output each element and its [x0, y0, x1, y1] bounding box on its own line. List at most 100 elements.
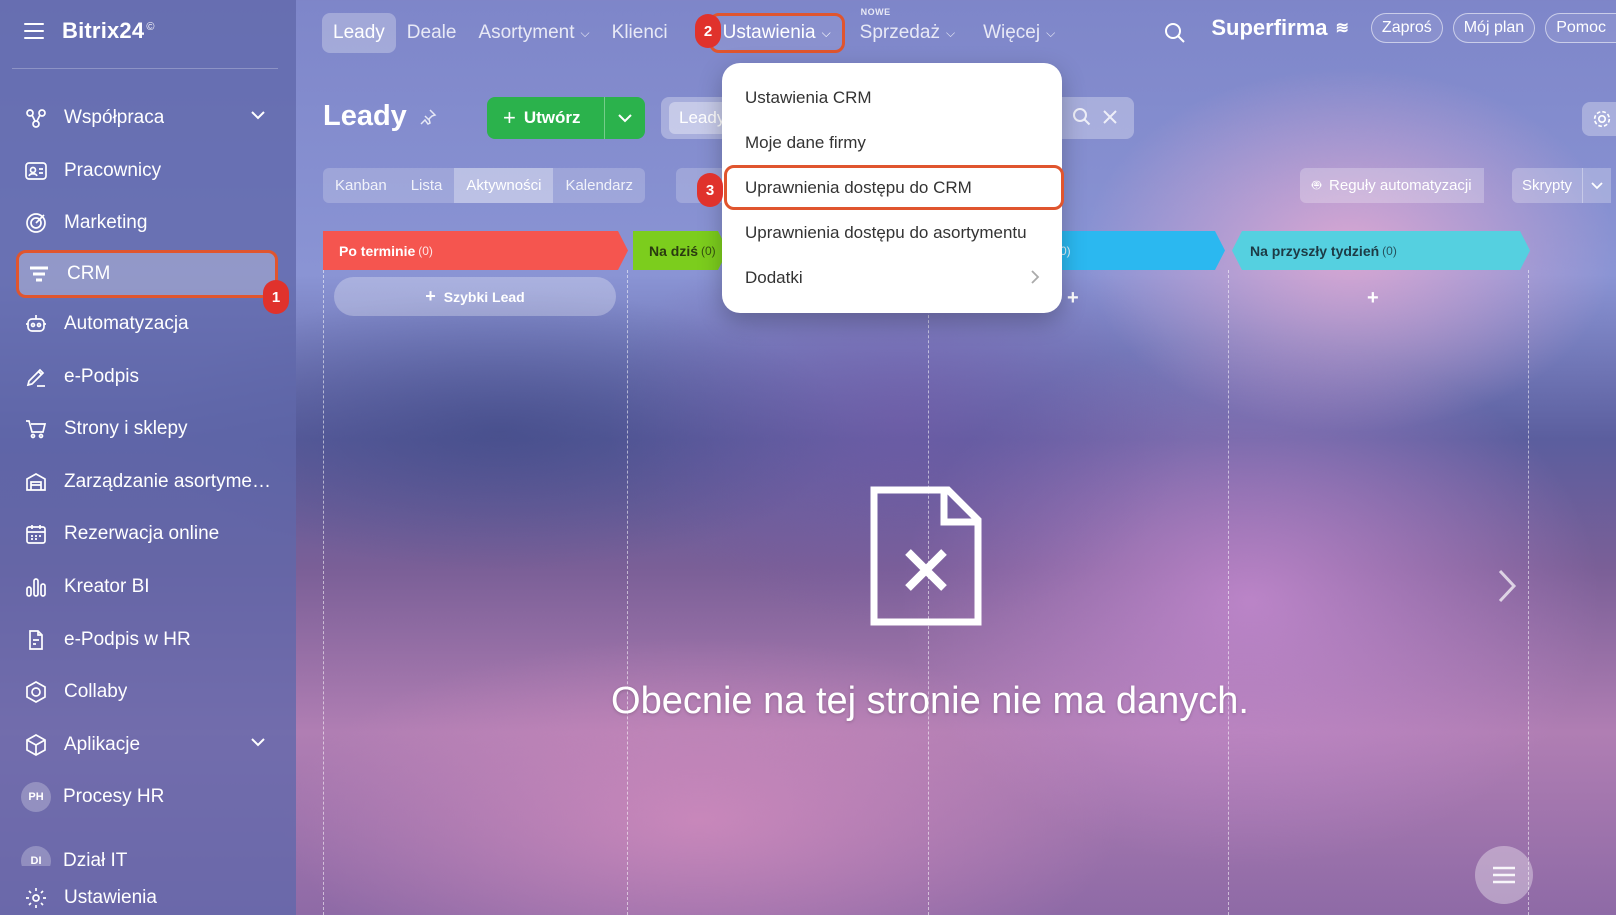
automation-rules-button[interactable]: 🤖︎ Reguły automatyzacji — [1300, 168, 1484, 203]
tab-deale[interactable]: Deale — [396, 13, 468, 53]
menu-item-crm-settings[interactable]: Ustawienia CRM — [722, 75, 1062, 120]
gear-icon — [24, 886, 48, 910]
chevron-down-icon[interactable] — [1582, 168, 1611, 203]
menu-item-crm-permissions[interactable]: Uprawnienia dostępu do CRM — [724, 165, 1064, 210]
marketing-icon — [24, 211, 48, 235]
menu-item-addons[interactable]: Dodatki — [722, 255, 1062, 300]
column-header-today[interactable]: Na dziś (0) — [633, 231, 728, 270]
sidebar-item-label: e-Podpis w HR — [64, 628, 191, 650]
view-kalendarz[interactable]: Kalendarz — [553, 168, 645, 203]
empty-document-icon — [870, 486, 982, 626]
sidebar-item-label: Strony i sklepy — [64, 418, 188, 440]
column-header-overdue[interactable]: Po terminie (0) — [323, 231, 628, 270]
company-name[interactable]: Superfirma ≋ — [1211, 15, 1349, 41]
employees-icon — [24, 159, 48, 183]
scripts-button[interactable]: Skrypty — [1512, 168, 1612, 203]
sidebar-item-epodpis-hr[interactable]: e-Podpis w HR — [0, 613, 296, 666]
sidebar-item-epodpis[interactable]: e-Podpis — [0, 350, 296, 403]
tab-asortyment[interactable]: Asortyment ⌵ — [467, 13, 600, 53]
column-header-next-week[interactable]: Na przyszły tydzień (0) — [1232, 231, 1530, 270]
header-right: Superfirma ≋ Zaproś Mój plan Pomoc — [1211, 13, 1616, 43]
sidebar-item-label: Pracownicy — [64, 159, 162, 181]
page-title: Leady — [323, 100, 437, 133]
sidebar-item-rezerwacja[interactable]: Rezerwacja online — [0, 508, 296, 561]
menu-item-label: Dodatki — [745, 267, 803, 287]
sidebar-item-aplikacje[interactable]: Aplikacje — [0, 719, 296, 772]
sidebar-item-automatyzacja[interactable]: Automatyzacja — [0, 298, 296, 351]
sidebar-item-label: Ustawienia — [64, 887, 157, 909]
column-header-this-week[interactable]: (0) — [1040, 231, 1225, 270]
gear-icon[interactable] — [1582, 102, 1616, 136]
add-card-plus-icon[interactable]: + — [1367, 287, 1379, 310]
pin-icon[interactable] — [419, 108, 437, 126]
sidebar-item-label: Collaby — [64, 681, 128, 703]
tab-klienci[interactable]: Klienci — [601, 13, 679, 53]
avatar: PH — [21, 782, 51, 813]
sidebar-item-ustawienia[interactable]: Ustawienia — [0, 872, 296, 915]
sidebar-item-crm[interactable]: CRM — [16, 249, 278, 298]
menu-item-catalog-permissions[interactable]: Uprawnienia dostępu do asortymentu — [722, 210, 1062, 255]
filter-actions — [1072, 107, 1118, 127]
calendar-icon — [24, 522, 48, 546]
logo[interactable]: Bitrix24 © — [62, 18, 155, 44]
cube-icon — [24, 733, 48, 757]
column-divider — [627, 270, 628, 915]
sidebar-item-procesy-hr[interactable]: PH Procesy HR — [0, 771, 296, 824]
view-kanban[interactable]: Kanban — [323, 168, 399, 203]
search-icon[interactable] — [1072, 107, 1092, 127]
sidebar-item-marketing[interactable]: Marketing — [0, 197, 296, 250]
brand: Bitrix24 © — [24, 18, 155, 44]
document-sign-icon — [24, 628, 48, 652]
chevron-down-icon: ⌵ — [945, 25, 956, 40]
sidebar-item-label: e-Podpis — [64, 365, 139, 387]
quick-lead-button[interactable]: + Szybki Lead — [334, 277, 616, 316]
sidebar-menu: Współpraca Pracownicy Marketing CRM Auto… — [0, 92, 296, 915]
my-plan-button[interactable]: Mój plan — [1452, 13, 1536, 43]
new-tag: NOWE — [860, 7, 891, 17]
view-switcher: Kanban Lista Aktywności Kalendarz — [323, 168, 645, 203]
tab-wiecej[interactable]: Więcej ⌵ — [972, 13, 1066, 53]
sidebar-item-label: Współpraca — [64, 107, 165, 129]
menu-item-company-data[interactable]: Moje dane firmy — [722, 120, 1062, 165]
sidebar-item-label: Marketing — [64, 212, 148, 234]
close-icon[interactable] — [1102, 109, 1118, 125]
sidebar-item-strony[interactable]: Strony i sklepy — [0, 403, 296, 456]
crm-filter-icon — [27, 262, 51, 286]
divider — [12, 68, 278, 69]
chevron-down-icon: ⌵ — [1046, 25, 1056, 40]
create-button[interactable]: + Utwórz — [487, 97, 645, 139]
tab-ustawienia[interactable]: Ustawienia ⌵ — [708, 13, 845, 53]
create-dropdown[interactable] — [605, 113, 645, 123]
sidebar-item-pracownicy[interactable]: Pracownicy — [0, 145, 296, 198]
add-card-plus-icon[interactable]: + — [1067, 287, 1079, 310]
chat-list-icon[interactable] — [1475, 846, 1533, 904]
collaby-icon — [24, 680, 48, 704]
sidebar-item-collaby[interactable]: Collaby — [0, 666, 296, 719]
sidebar-item-label: Aplikacje — [64, 733, 141, 755]
column-divider — [1228, 270, 1229, 915]
chevron-down-icon — [251, 111, 265, 120]
tab-sprzedaz[interactable]: NOWE Sprzedaż ⌵ — [849, 7, 966, 53]
create-main[interactable]: + Utwórz — [487, 97, 605, 139]
tab-leady[interactable]: Leady — [322, 13, 396, 53]
plus-icon: + — [425, 286, 436, 306]
settings-dropdown-menu: Ustawienia CRM Moje dane firmy Uprawnien… — [722, 63, 1064, 313]
view-lista[interactable]: Lista — [399, 168, 455, 203]
step-badge-2: 2 — [695, 14, 721, 48]
sidebar-item-label: Procesy HR — [63, 786, 165, 808]
chevron-down-icon — [618, 113, 632, 122]
chevron-right-icon[interactable] — [1497, 568, 1517, 604]
cart-icon — [24, 417, 48, 441]
view-aktywnosci[interactable]: Aktywności — [454, 168, 554, 203]
sidebar-item-label: Kreator BI — [64, 576, 150, 598]
sidebar-item-dzial-it[interactable]: DI Dział IT — [0, 824, 296, 866]
sidebar-item-kreator-bi[interactable]: Kreator BI — [0, 561, 296, 614]
invite-button[interactable]: Zaproś — [1370, 13, 1443, 43]
step-badge-3: 3 — [697, 173, 723, 207]
help-button[interactable]: Pomoc — [1545, 13, 1616, 43]
search-icon[interactable] — [1164, 22, 1186, 44]
sidebar-item-wspolpraca[interactable]: Współpraca — [0, 92, 296, 145]
menu-burger-icon[interactable] — [24, 23, 44, 39]
pen-icon — [24, 365, 48, 389]
sidebar-item-asortyment[interactable]: Zarządzanie asortymen... — [0, 456, 296, 509]
